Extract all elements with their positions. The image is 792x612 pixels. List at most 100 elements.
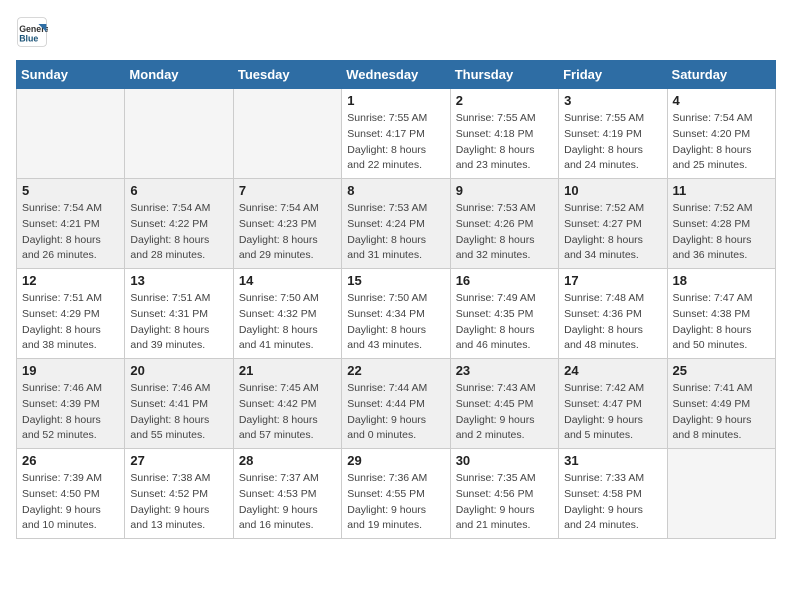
calendar-cell: 30 Sunrise: 7:35 AMSunset: 4:56 PMDayligh… <box>450 449 558 539</box>
calendar-cell: 18 Sunrise: 7:47 AMSunset: 4:38 PMDayligh… <box>667 269 775 359</box>
day-info: Sunrise: 7:48 AMSunset: 4:36 PMDaylight:… <box>564 291 661 354</box>
calendar-cell <box>125 89 233 179</box>
day-number: 31 <box>564 453 661 468</box>
calendar-cell: 28 Sunrise: 7:37 AMSunset: 4:53 PMDayligh… <box>233 449 341 539</box>
day-number: 5 <box>22 183 119 198</box>
calendar-cell <box>233 89 341 179</box>
calendar-header-saturday: Saturday <box>667 61 775 89</box>
calendar-cell: 7 Sunrise: 7:54 AMSunset: 4:23 PMDaylight… <box>233 179 341 269</box>
day-info: Sunrise: 7:49 AMSunset: 4:35 PMDaylight:… <box>456 291 553 354</box>
day-number: 20 <box>130 363 227 378</box>
day-info: Sunrise: 7:41 AMSunset: 4:49 PMDaylight:… <box>673 381 770 444</box>
calendar-header-row: SundayMondayTuesdayWednesdayThursdayFrid… <box>17 61 776 89</box>
day-number: 24 <box>564 363 661 378</box>
day-number: 17 <box>564 273 661 288</box>
calendar: SundayMondayTuesdayWednesdayThursdayFrid… <box>16 60 776 539</box>
day-number: 6 <box>130 183 227 198</box>
day-info: Sunrise: 7:51 AMSunset: 4:29 PMDaylight:… <box>22 291 119 354</box>
calendar-cell: 21Sunrise: 7:45 AMSunset: 4:42 PMDayligh… <box>233 359 341 449</box>
calendar-cell: 17 Sunrise: 7:48 AMSunset: 4:36 PMDayligh… <box>559 269 667 359</box>
calendar-cell: 4 Sunrise: 7:54 AMSunset: 4:20 PMDaylight… <box>667 89 775 179</box>
calendar-cell: 20 Sunrise: 7:46 AMSunset: 4:41 PMDayligh… <box>125 359 233 449</box>
day-info: Sunrise: 7:51 AMSunset: 4:31 PMDaylight:… <box>130 291 227 354</box>
calendar-cell: 12 Sunrise: 7:51 AMSunset: 4:29 PMDayligh… <box>17 269 125 359</box>
calendar-week-row: 19Sunrise: 7:46 AMSunset: 4:39 PMDayligh… <box>17 359 776 449</box>
calendar-header-tuesday: Tuesday <box>233 61 341 89</box>
day-info: Sunrise: 7:46 AMSunset: 4:39 PMDaylight:… <box>22 381 119 444</box>
day-info: Sunrise: 7:39 AMSunset: 4:50 PMDaylight:… <box>22 471 119 534</box>
day-info: Sunrise: 7:44 AMSunset: 4:44 PMDaylight:… <box>347 381 444 444</box>
calendar-cell <box>667 449 775 539</box>
day-number: 22 <box>347 363 444 378</box>
day-info: Sunrise: 7:52 AMSunset: 4:28 PMDaylight:… <box>673 201 770 264</box>
day-number: 4 <box>673 93 770 108</box>
day-info: Sunrise: 7:52 AMSunset: 4:27 PMDaylight:… <box>564 201 661 264</box>
day-info: Sunrise: 7:54 AMSunset: 4:21 PMDaylight:… <box>22 201 119 264</box>
day-info: Sunrise: 7:38 AMSunset: 4:52 PMDaylight:… <box>130 471 227 534</box>
calendar-cell: 3 Sunrise: 7:55 AMSunset: 4:19 PMDaylight… <box>559 89 667 179</box>
day-number: 15 <box>347 273 444 288</box>
calendar-cell: 15 Sunrise: 7:50 AMSunset: 4:34 PMDayligh… <box>342 269 450 359</box>
day-info: Sunrise: 7:45 AMSunset: 4:42 PMDaylight:… <box>239 381 336 444</box>
day-info: Sunrise: 7:53 AMSunset: 4:24 PMDaylight:… <box>347 201 444 264</box>
calendar-header-monday: Monday <box>125 61 233 89</box>
day-info: Sunrise: 7:55 AMSunset: 4:19 PMDaylight:… <box>564 111 661 174</box>
day-number: 10 <box>564 183 661 198</box>
day-number: 3 <box>564 93 661 108</box>
logo-icon: General Blue <box>16 16 48 48</box>
day-number: 30 <box>456 453 553 468</box>
day-info: Sunrise: 7:54 AMSunset: 4:23 PMDaylight:… <box>239 201 336 264</box>
day-number: 8 <box>347 183 444 198</box>
day-info: Sunrise: 7:36 AMSunset: 4:55 PMDaylight:… <box>347 471 444 534</box>
day-number: 7 <box>239 183 336 198</box>
day-number: 9 <box>456 183 553 198</box>
calendar-cell: 6 Sunrise: 7:54 AMSunset: 4:22 PMDaylight… <box>125 179 233 269</box>
day-number: 1 <box>347 93 444 108</box>
calendar-week-row: 5 Sunrise: 7:54 AMSunset: 4:21 PMDaylight… <box>17 179 776 269</box>
day-info: Sunrise: 7:37 AMSunset: 4:53 PMDaylight:… <box>239 471 336 534</box>
day-info: Sunrise: 7:47 AMSunset: 4:38 PMDaylight:… <box>673 291 770 354</box>
day-number: 12 <box>22 273 119 288</box>
day-info: Sunrise: 7:46 AMSunset: 4:41 PMDaylight:… <box>130 381 227 444</box>
calendar-cell <box>17 89 125 179</box>
header: General Blue <box>16 16 776 48</box>
calendar-cell: 26 Sunrise: 7:39 AMSunset: 4:50 PMDayligh… <box>17 449 125 539</box>
calendar-cell: 1 Sunrise: 7:55 AMSunset: 4:17 PMDaylight… <box>342 89 450 179</box>
calendar-header-sunday: Sunday <box>17 61 125 89</box>
calendar-cell: 16Sunrise: 7:49 AMSunset: 4:35 PMDayligh… <box>450 269 558 359</box>
day-info: Sunrise: 7:50 AMSunset: 4:34 PMDaylight:… <box>347 291 444 354</box>
calendar-cell: 23Sunrise: 7:43 AMSunset: 4:45 PMDayligh… <box>450 359 558 449</box>
calendar-cell: 8 Sunrise: 7:53 AMSunset: 4:24 PMDaylight… <box>342 179 450 269</box>
calendar-header-thursday: Thursday <box>450 61 558 89</box>
day-number: 2 <box>456 93 553 108</box>
day-number: 28 <box>239 453 336 468</box>
day-info: Sunrise: 7:54 AMSunset: 4:22 PMDaylight:… <box>130 201 227 264</box>
day-info: Sunrise: 7:54 AMSunset: 4:20 PMDaylight:… <box>673 111 770 174</box>
calendar-cell: 19Sunrise: 7:46 AMSunset: 4:39 PMDayligh… <box>17 359 125 449</box>
calendar-week-row: 1 Sunrise: 7:55 AMSunset: 4:17 PMDaylight… <box>17 89 776 179</box>
calendar-cell: 5 Sunrise: 7:54 AMSunset: 4:21 PMDaylight… <box>17 179 125 269</box>
day-number: 25 <box>673 363 770 378</box>
day-info: Sunrise: 7:33 AMSunset: 4:58 PMDaylight:… <box>564 471 661 534</box>
calendar-header-wednesday: Wednesday <box>342 61 450 89</box>
day-info: Sunrise: 7:42 AMSunset: 4:47 PMDaylight:… <box>564 381 661 444</box>
calendar-cell: 25 Sunrise: 7:41 AMSunset: 4:49 PMDayligh… <box>667 359 775 449</box>
calendar-cell: 10 Sunrise: 7:52 AMSunset: 4:27 PMDayligh… <box>559 179 667 269</box>
day-info: Sunrise: 7:55 AMSunset: 4:18 PMDaylight:… <box>456 111 553 174</box>
calendar-cell: 11Sunrise: 7:52 AMSunset: 4:28 PMDayligh… <box>667 179 775 269</box>
day-number: 26 <box>22 453 119 468</box>
day-info: Sunrise: 7:35 AMSunset: 4:56 PMDaylight:… <box>456 471 553 534</box>
svg-text:Blue: Blue <box>19 34 38 44</box>
logo: General Blue <box>16 16 52 48</box>
calendar-cell: 27Sunrise: 7:38 AMSunset: 4:52 PMDayligh… <box>125 449 233 539</box>
day-number: 14 <box>239 273 336 288</box>
calendar-cell: 13Sunrise: 7:51 AMSunset: 4:31 PMDayligh… <box>125 269 233 359</box>
day-number: 18 <box>673 273 770 288</box>
day-info: Sunrise: 7:50 AMSunset: 4:32 PMDaylight:… <box>239 291 336 354</box>
calendar-cell: 14 Sunrise: 7:50 AMSunset: 4:32 PMDayligh… <box>233 269 341 359</box>
day-number: 29 <box>347 453 444 468</box>
day-info: Sunrise: 7:55 AMSunset: 4:17 PMDaylight:… <box>347 111 444 174</box>
calendar-cell: 9Sunrise: 7:53 AMSunset: 4:26 PMDaylight… <box>450 179 558 269</box>
day-number: 23 <box>456 363 553 378</box>
calendar-cell: 24 Sunrise: 7:42 AMSunset: 4:47 PMDayligh… <box>559 359 667 449</box>
